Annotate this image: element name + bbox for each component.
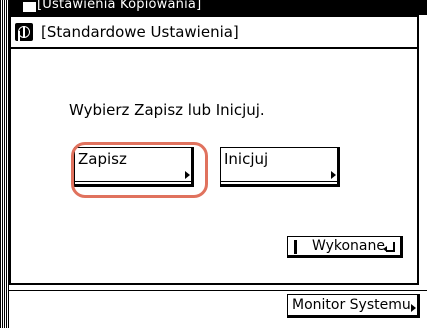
monitor-systemu-button[interactable]: Monitor Systemu <box>287 294 420 318</box>
inicjuj-label: Inicjuj <box>224 150 269 168</box>
touch-panel: [Ustawienia Kopiowania] [Standardowe Ust… <box>0 0 427 328</box>
monitor-systemu-label: Monitor Systemu <box>292 297 411 313</box>
background-window-icon <box>23 2 36 12</box>
zapisz-button[interactable]: Zapisz <box>74 147 194 187</box>
triangle-right-icon <box>185 171 190 179</box>
enter-icon <box>383 242 395 252</box>
wykonane-label: Wykonane <box>312 238 385 254</box>
footer-divider <box>9 290 427 291</box>
wykonane-button[interactable]: Wykonane <box>287 236 403 258</box>
background-window-titlebar: [Ustawienia Kopiowania] <box>9 0 427 15</box>
triangle-right-icon <box>331 171 336 179</box>
button-bar-icon <box>294 240 297 254</box>
background-window-title: [Ustawienia Kopiowania] <box>37 0 202 12</box>
dialog-prompt: Wybierz Zapisz lub Inicjuj. <box>69 101 265 119</box>
inicjuj-button[interactable]: Inicjuj <box>220 147 340 187</box>
settings-icon <box>15 23 33 41</box>
panel-left-edge <box>0 0 9 328</box>
dialog-title: [Standardowe Ustawienia] <box>41 23 239 41</box>
triangle-right-icon <box>411 304 416 312</box>
zapisz-label: Zapisz <box>78 150 127 168</box>
dialog-header: [Standardowe Ustawienia] <box>11 17 417 49</box>
